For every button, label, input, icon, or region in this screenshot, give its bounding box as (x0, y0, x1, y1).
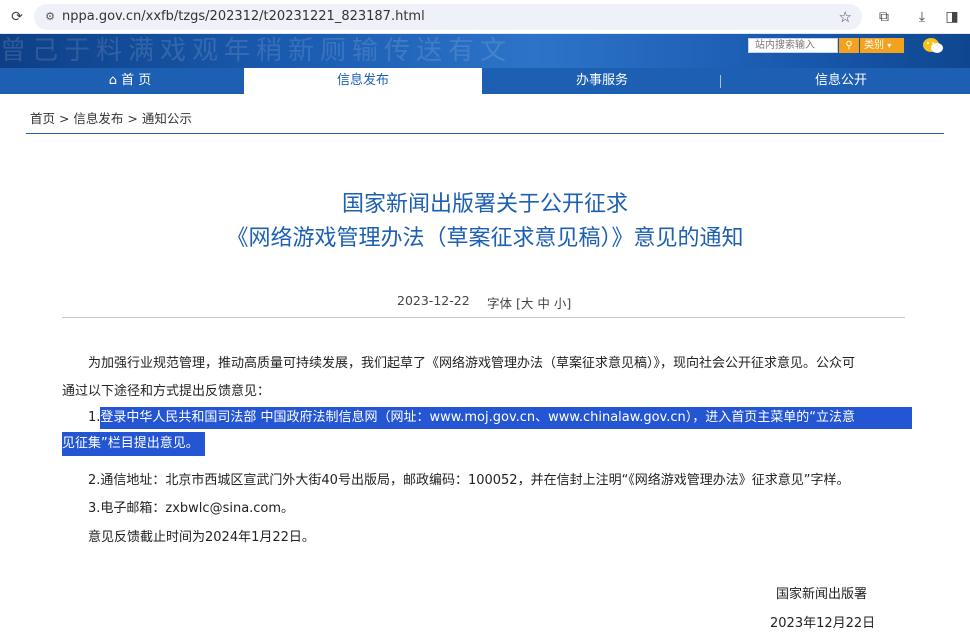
banner-calligraphy: 曾己于料满戏观年稍新厕输传送有文 (0, 36, 513, 66)
home-icon: ⌂ (108, 73, 117, 88)
download-icon[interactable]: ⤓ (912, 7, 932, 27)
list-item-1-line2: 见征集”栏目提出意见。 (62, 432, 205, 456)
site-banner: 曾己于料满戏观年稍新厕输传送有文 站内搜索输入 ⚲ 类别 ▾ (0, 34, 970, 68)
signature-org: 国家新闻出版署 (776, 587, 868, 602)
paragraph-intro-line1: 为加强行业规范管理，推动高质量可持续发展，我们起草了《网络游戏管理办法（草案征求… (88, 356, 856, 371)
nav-services[interactable]: 办事服务 (520, 68, 684, 94)
font-size-controls[interactable]: [大 中 小] (516, 293, 571, 312)
site-search-input[interactable]: 站内搜索输入 (748, 38, 838, 53)
list-item-1-number: 1. (88, 410, 101, 425)
article-title-line1: 国家新闻出版署关于公开征求 (341, 192, 628, 217)
category-dropdown[interactable]: 类别 ▾ (860, 38, 904, 53)
list-item-2: 2.通信地址：北京市西城区宣武门外大街40号出版局，邮政编码：100052，并在… (88, 473, 850, 488)
nav-divider (720, 75, 721, 88)
address-bar[interactable]: ⚙ nppa.gov.cn/xxfb/tzgs/202312/t20231221… (34, 4, 862, 30)
search-icon: ⚲ (845, 40, 853, 51)
deadline-note: 意见反馈截止时间为2024年1月22日。 (88, 530, 315, 545)
site-settings-icon[interactable]: ⚙ (42, 9, 58, 25)
category-label: 类别 (864, 40, 884, 51)
list-item-1-line1: 1.登录中华人民共和国司法部 中国政府法制信息网（网址：www.moj.gov.… (88, 407, 913, 429)
side-panel-icon[interactable]: ◨ (942, 7, 962, 27)
search-button[interactable]: ⚲ (839, 38, 859, 53)
nav-news[interactable]: 信息发布 (244, 68, 482, 94)
chevron-down-icon: ▾ (887, 41, 892, 50)
url-text[interactable]: nppa.gov.cn/xxfb/tzgs/202312/t20231221_8… (62, 4, 425, 30)
nav-disclosure[interactable]: 信息公开 (760, 68, 922, 94)
reload-icon[interactable]: ⟳ (8, 8, 26, 26)
bookmark-star-icon[interactable]: ☆ (839, 8, 852, 26)
selected-text: 登录中华人民共和国司法部 中国政府法制信息网（网址：www.moj.gov.cn… (100, 407, 913, 429)
signature-date: 2023年12月22日 (770, 616, 876, 631)
wechat-icon[interactable] (922, 37, 944, 54)
list-item-3: 3.电子邮箱：zxbwlc@sina.com。 (88, 501, 295, 516)
extensions-icon[interactable]: ⧉ (874, 7, 894, 27)
nav-home-label: 首 页 (121, 73, 152, 88)
meta-divider (62, 317, 905, 318)
article-title-line2: 《网络游戏管理办法（草案征求意见稿）》意见的通知 (226, 226, 744, 251)
selected-text-cont: 见征集”栏目提出意见。 (62, 432, 205, 456)
paragraph-intro-line2: 通过以下途径和方式提出反馈意见： (62, 384, 271, 399)
nav-home[interactable]: ⌂ 首 页 (60, 68, 200, 94)
font-size-label: 字体 (487, 296, 513, 311)
article-date: 2023-12-22 (397, 293, 470, 308)
browser-toolbar: ⟳ ⚙ nppa.gov.cn/xxfb/tzgs/202312/t202312… (0, 0, 970, 34)
main-nav: ⌂ 首 页 信息发布 办事服务 信息公开 (0, 68, 970, 94)
breadcrumb[interactable]: 首页 > 信息发布 > 通知公示 (30, 108, 192, 127)
breadcrumb-divider (26, 133, 944, 134)
